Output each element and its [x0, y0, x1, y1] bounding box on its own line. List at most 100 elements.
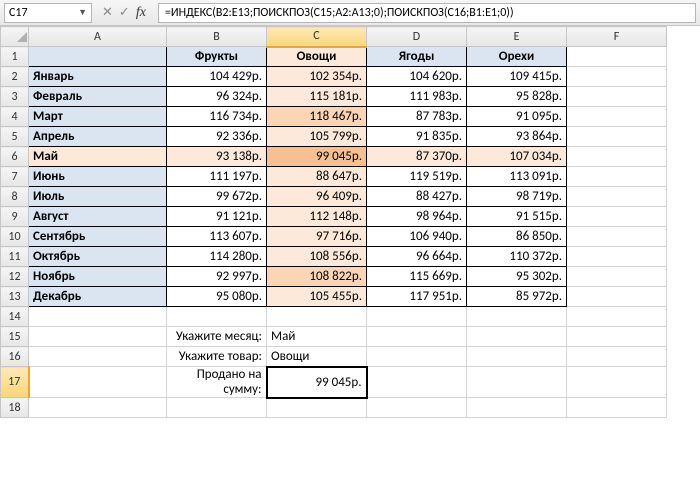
cancel-icon[interactable]: ✕: [102, 5, 113, 20]
cell[interactable]: Сентябрь: [29, 227, 167, 247]
cell[interactable]: 111 197р.: [167, 167, 267, 187]
cell[interactable]: 96 409р.: [267, 187, 367, 207]
cell[interactable]: Апрель: [29, 127, 167, 147]
cell-result[interactable]: 99 045р.: [267, 367, 367, 398]
formula-input[interactable]: =ИНДЕКС(B2:E13;ПОИСКПОЗ(C15;A2:A13;0);ПО…: [158, 3, 696, 23]
cell[interactable]: [567, 147, 667, 167]
row-header[interactable]: 4: [1, 107, 29, 127]
row-header[interactable]: 15: [1, 327, 29, 347]
cell[interactable]: [567, 207, 667, 227]
cell[interactable]: Июнь: [29, 167, 167, 187]
cell[interactable]: Март: [29, 107, 167, 127]
cell[interactable]: [367, 398, 467, 418]
cell[interactable]: [567, 398, 667, 418]
cell[interactable]: [567, 67, 667, 87]
row-header[interactable]: 2: [1, 67, 29, 87]
cell[interactable]: 91 095р.: [467, 107, 567, 127]
cell[interactable]: 113 607р.: [167, 227, 267, 247]
cell[interactable]: 110 372р.: [467, 247, 567, 267]
cell[interactable]: [467, 327, 567, 347]
cell[interactable]: 115 669р.: [367, 267, 467, 287]
cell[interactable]: 102 354р.: [267, 67, 367, 87]
cell[interactable]: 95 080р.: [167, 287, 267, 307]
cell-sold-label[interactable]: Продано на сумму:: [167, 367, 267, 398]
row-header[interactable]: 3: [1, 87, 29, 107]
row-header[interactable]: 13: [1, 287, 29, 307]
cell[interactable]: [567, 247, 667, 267]
cell[interactable]: [567, 127, 667, 147]
cell[interactable]: [367, 367, 467, 398]
spreadsheet-grid[interactable]: A B C D E F 1 Фрукты Овощи Ягоды Орехи 2…: [0, 26, 700, 418]
cell[interactable]: 98 964р.: [367, 207, 467, 227]
cell[interactable]: 87 783р.: [367, 107, 467, 127]
cell[interactable]: 96 324р.: [167, 87, 267, 107]
cell[interactable]: 86 850р.: [467, 227, 567, 247]
cell[interactable]: 104 620р.: [367, 67, 467, 87]
col-header-e[interactable]: E: [467, 27, 567, 47]
cell-month-label[interactable]: Укажите месяц:: [167, 327, 267, 347]
row-header[interactable]: 7: [1, 167, 29, 187]
cell[interactable]: [567, 347, 667, 367]
cell[interactable]: 105 799р.: [267, 127, 367, 147]
cell[interactable]: 114 280р.: [167, 247, 267, 267]
row-header[interactable]: 1: [1, 47, 29, 67]
cell[interactable]: [567, 367, 667, 398]
cell[interactable]: Май: [29, 147, 167, 167]
cell[interactable]: 88 647р.: [267, 167, 367, 187]
cell-product-value[interactable]: Овощи: [267, 347, 367, 367]
row-header[interactable]: 18: [1, 398, 29, 418]
cell[interactable]: Январь: [29, 67, 167, 87]
cell[interactable]: 88 427р.: [367, 187, 467, 207]
cell[interactable]: 111 983р.: [367, 87, 467, 107]
row-header[interactable]: 12: [1, 267, 29, 287]
cell[interactable]: [567, 227, 667, 247]
select-all-corner[interactable]: [1, 27, 29, 47]
cell[interactable]: [267, 398, 367, 418]
cell[interactable]: [567, 107, 667, 127]
row-header[interactable]: 5: [1, 127, 29, 147]
cell[interactable]: 99 045р.: [267, 147, 367, 167]
cell[interactable]: Орехи: [467, 47, 567, 67]
cell[interactable]: [367, 347, 467, 367]
cell[interactable]: 91 515р.: [467, 207, 567, 227]
cell[interactable]: [367, 327, 467, 347]
cell[interactable]: 91 121р.: [167, 207, 267, 227]
cell[interactable]: [267, 307, 367, 327]
cell[interactable]: 98 719р.: [467, 187, 567, 207]
cell[interactable]: [29, 307, 167, 327]
cell[interactable]: Овощи: [267, 47, 367, 67]
cell[interactable]: [567, 167, 667, 187]
cell[interactable]: 92 997р.: [167, 267, 267, 287]
cell[interactable]: [167, 398, 267, 418]
cell[interactable]: [567, 87, 667, 107]
cell[interactable]: 112 148р.: [267, 207, 367, 227]
cell[interactable]: 95 302р.: [467, 267, 567, 287]
cell[interactable]: [29, 347, 167, 367]
col-header-a[interactable]: A: [29, 27, 167, 47]
cell[interactable]: 107 034р.: [467, 147, 567, 167]
cell[interactable]: Ноябрь: [29, 267, 167, 287]
cell[interactable]: [467, 307, 567, 327]
cell[interactable]: [29, 367, 167, 398]
row-header[interactable]: 8: [1, 187, 29, 207]
row-header[interactable]: 9: [1, 207, 29, 227]
cell[interactable]: [167, 307, 267, 327]
cell[interactable]: 95 828р.: [467, 87, 567, 107]
cell[interactable]: [29, 47, 167, 67]
cell[interactable]: 104 429р.: [167, 67, 267, 87]
col-header-c[interactable]: C: [267, 27, 367, 47]
cell[interactable]: [367, 307, 467, 327]
cell[interactable]: [567, 47, 667, 67]
cell[interactable]: Ягоды: [367, 47, 467, 67]
cell[interactable]: 96 664р.: [367, 247, 467, 267]
cell[interactable]: Декабрь: [29, 287, 167, 307]
cell[interactable]: Июль: [29, 187, 167, 207]
cell[interactable]: [567, 287, 667, 307]
cell[interactable]: 105 455р.: [267, 287, 367, 307]
cell-product-label[interactable]: Укажите товар:: [167, 347, 267, 367]
col-header-b[interactable]: B: [167, 27, 267, 47]
cell[interactable]: [567, 327, 667, 347]
cell[interactable]: 91 835р.: [367, 127, 467, 147]
cell[interactable]: Октябрь: [29, 247, 167, 267]
cell[interactable]: 108 822р.: [267, 267, 367, 287]
